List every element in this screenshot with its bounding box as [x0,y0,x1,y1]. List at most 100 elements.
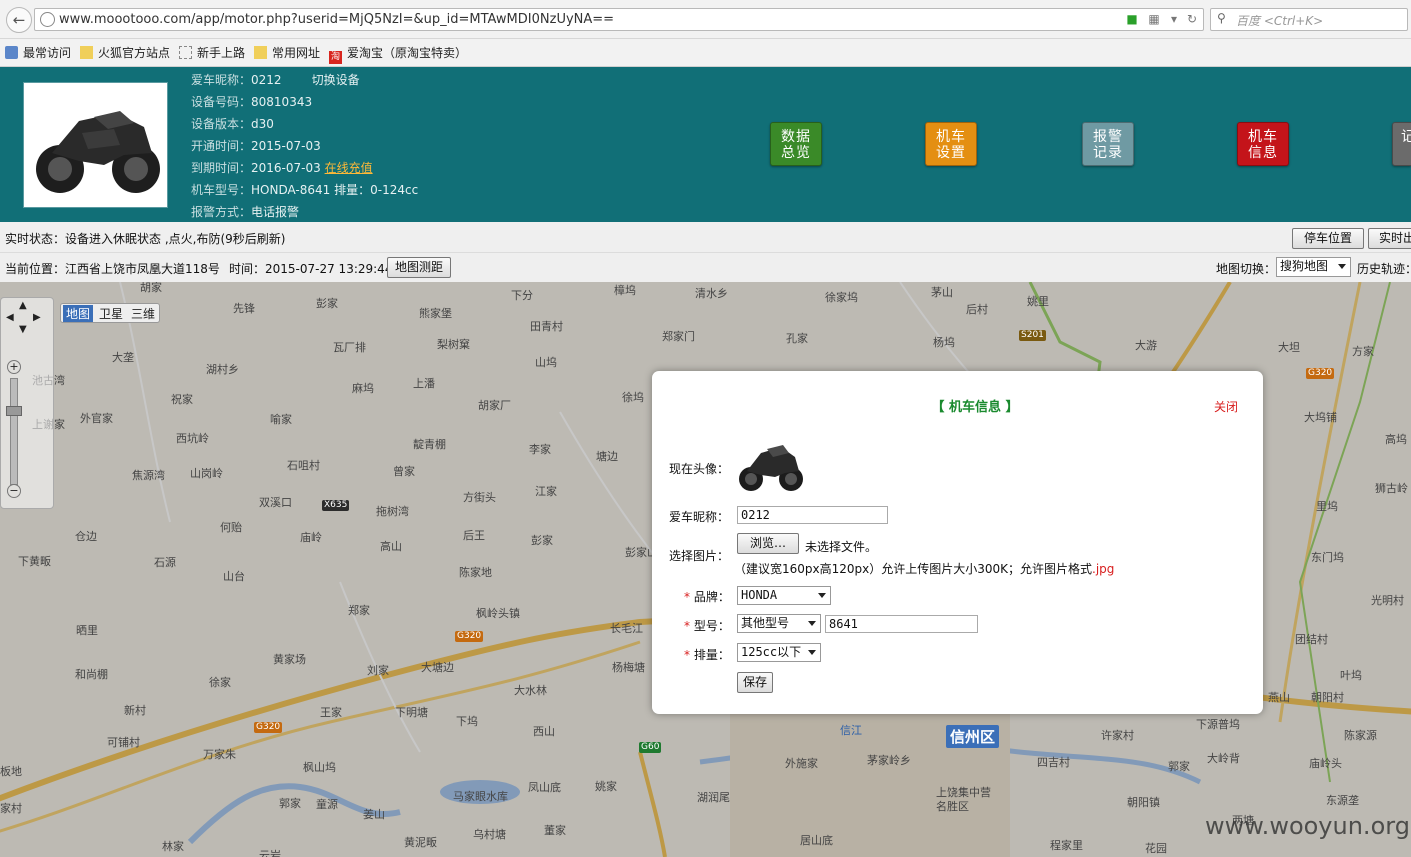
tab-map[interactable]: 地图 [63,305,93,322]
map-switch-select[interactable]: 搜狗地图 [1276,257,1351,277]
map-place-label: 姚里 [1027,295,1049,308]
map-place-label: 许家村 [1101,729,1134,742]
pan-right-icon[interactable]: ▶ [33,312,41,323]
map-place-label: 林家 [162,840,184,853]
map-place-label: 瓦厂排 [333,341,366,354]
road-shield-label: X635 [322,500,350,511]
map-place-label: 里坞 [1316,500,1338,513]
map-place-label: 董家 [544,824,566,837]
nav-vehicle-info-button[interactable]: 机车 信息 [1237,122,1289,166]
nickname-input[interactable]: 0212 [737,506,888,524]
tab-satellite[interactable]: 卫星 [96,305,126,322]
map-place-label: 山坞 [535,356,557,369]
map-place-label: 黄家场 [273,653,306,666]
expire-date-row: 到期时间：2016-07-03 在线充值 [191,161,373,175]
map-place-label: 方家 [1352,345,1374,358]
map-place-label: 彭家 [316,297,338,310]
map-place-label: 石咀村 [287,459,320,472]
map-place-label: 石源 [154,556,176,569]
watermark-text: www.wooyun.org [1205,812,1410,840]
map-place-label: 万家朱 [203,748,236,761]
map-place-label: 云岩 [259,849,281,857]
map-place-label: 庙岭头 [1309,757,1342,770]
close-link[interactable]: 关闭 [1214,398,1238,415]
bookmark-getting-started[interactable]: 新手上路 [179,44,245,62]
map-place-label: 徐家坞 [825,291,858,304]
address-bar[interactable]: www.moootooo.com/app/motor.php?userid=Mj… [34,8,1204,31]
map-place-label: 长毛江 [610,622,643,635]
map-place-label: 梨树窠 [437,338,470,351]
map-place-label: 曾家 [393,465,415,478]
map-place-label: 王家 [320,706,342,719]
folder-icon [80,46,93,59]
search-input[interactable]: ⚲ 百度 <Ctrl+K> [1210,8,1408,31]
road-shield-label: G320 [254,722,283,733]
zoom-slider[interactable] [10,378,18,485]
map-measure-button[interactable]: 地图测距 [387,257,451,278]
avatar-image [737,435,805,495]
map-place-label: 双溪口 [259,496,292,509]
globe-icon [40,12,55,27]
nav-vehicle-settings-button[interactable]: 机车 设置 [925,122,977,166]
displacement-select[interactable]: 125cc以下 [737,643,821,662]
map-place-label: 马家眼水库 [453,790,508,803]
map-place-label: 杨梅塘 [612,661,645,674]
map-place-label: 熊家堡 [419,307,452,320]
map-place-label: 枫岭头镇 [476,607,520,620]
nav-more-button[interactable]: 记 [1392,122,1411,166]
shield-check-icon[interactable]: ■ [1125,12,1139,26]
nav-alarm-records-button[interactable]: 报警 记录 [1082,122,1134,166]
bookmark-icon [5,46,18,59]
nav-data-overview-button[interactable]: 数据 总览 [770,122,822,166]
switch-device-link[interactable]: 切换设备 [312,73,360,87]
map-place-label: 西山 [533,725,555,738]
map-place-label: 陈家地 [459,566,492,579]
save-button[interactable]: 保存 [737,672,773,693]
map-place-label: 胡家厂 [478,399,511,412]
map-place-label: 晒里 [76,624,98,637]
park-position-button[interactable]: 停车位置 [1292,228,1364,249]
model-select[interactable]: 其他型号 [737,614,821,633]
map-place-label: 程家里 [1050,839,1083,852]
map-place-label: 祝家 [171,393,193,406]
bookmark-firefox[interactable]: 火狐官方站点 [80,44,170,62]
bookmark-common-sites[interactable]: 常用网址 [254,44,320,62]
map-place-label: 居山底 [800,834,833,847]
map-place-label: 东门坞 [1311,551,1344,564]
tab-3d[interactable]: 三维 [128,305,158,322]
map-place-label: 先锋 [233,302,255,315]
map-place-label: 后村 [966,303,988,316]
zoom-in-icon[interactable]: + [7,360,21,374]
bookmark-aitaobao[interactable]: 淘爱淘宝（原淘宝特卖） [329,44,467,64]
history-track-label: 历史轨迹： [1357,262,1411,276]
reload-icon[interactable]: ↻ [1185,12,1199,26]
pan-up-icon[interactable]: ▲ [19,300,27,311]
map-place-label: 姚家 [595,780,617,793]
zoom-slider-handle[interactable] [6,406,22,416]
map-place-label: 高山 [380,540,402,553]
map-place-label: 姜山 [363,808,385,821]
chevron-down-icon [808,650,816,655]
chevron-down-icon [818,593,826,598]
browse-button[interactable]: 浏览… [737,533,799,554]
brand-select[interactable]: HONDA [737,586,831,605]
map-place-label: 大坦 [1278,341,1300,354]
map-place-label: 后王 [463,529,485,542]
map-place-label: 刘家 [367,664,389,677]
pan-left-icon[interactable]: ◀ [6,312,14,323]
model-input[interactable]: 8641 [825,615,978,633]
recharge-link[interactable]: 在线充值 [325,161,373,175]
map-place-label: 徐家 [209,676,231,689]
device-no-row: 设备号码：80810343 [191,95,313,109]
pan-down-icon[interactable]: ▼ [19,324,27,335]
qrcode-icon[interactable]: ▦ [1147,12,1161,26]
bookmark-most-visited[interactable]: 最常访问 [5,44,71,62]
back-arrow-icon[interactable]: ← [6,7,32,33]
realtime-out-button[interactable]: 实时出 [1368,228,1411,249]
map-place-label: 陈家源 [1344,729,1377,742]
map-place-label: 可铺村 [107,736,140,749]
dropdown-icon[interactable]: ▾ [1167,12,1181,26]
zoom-out-icon[interactable]: − [7,484,21,498]
map-place-label: 下明塘 [395,706,428,719]
browser-toolbar: ← www.moootooo.com/app/motor.php?userid=… [0,0,1411,39]
